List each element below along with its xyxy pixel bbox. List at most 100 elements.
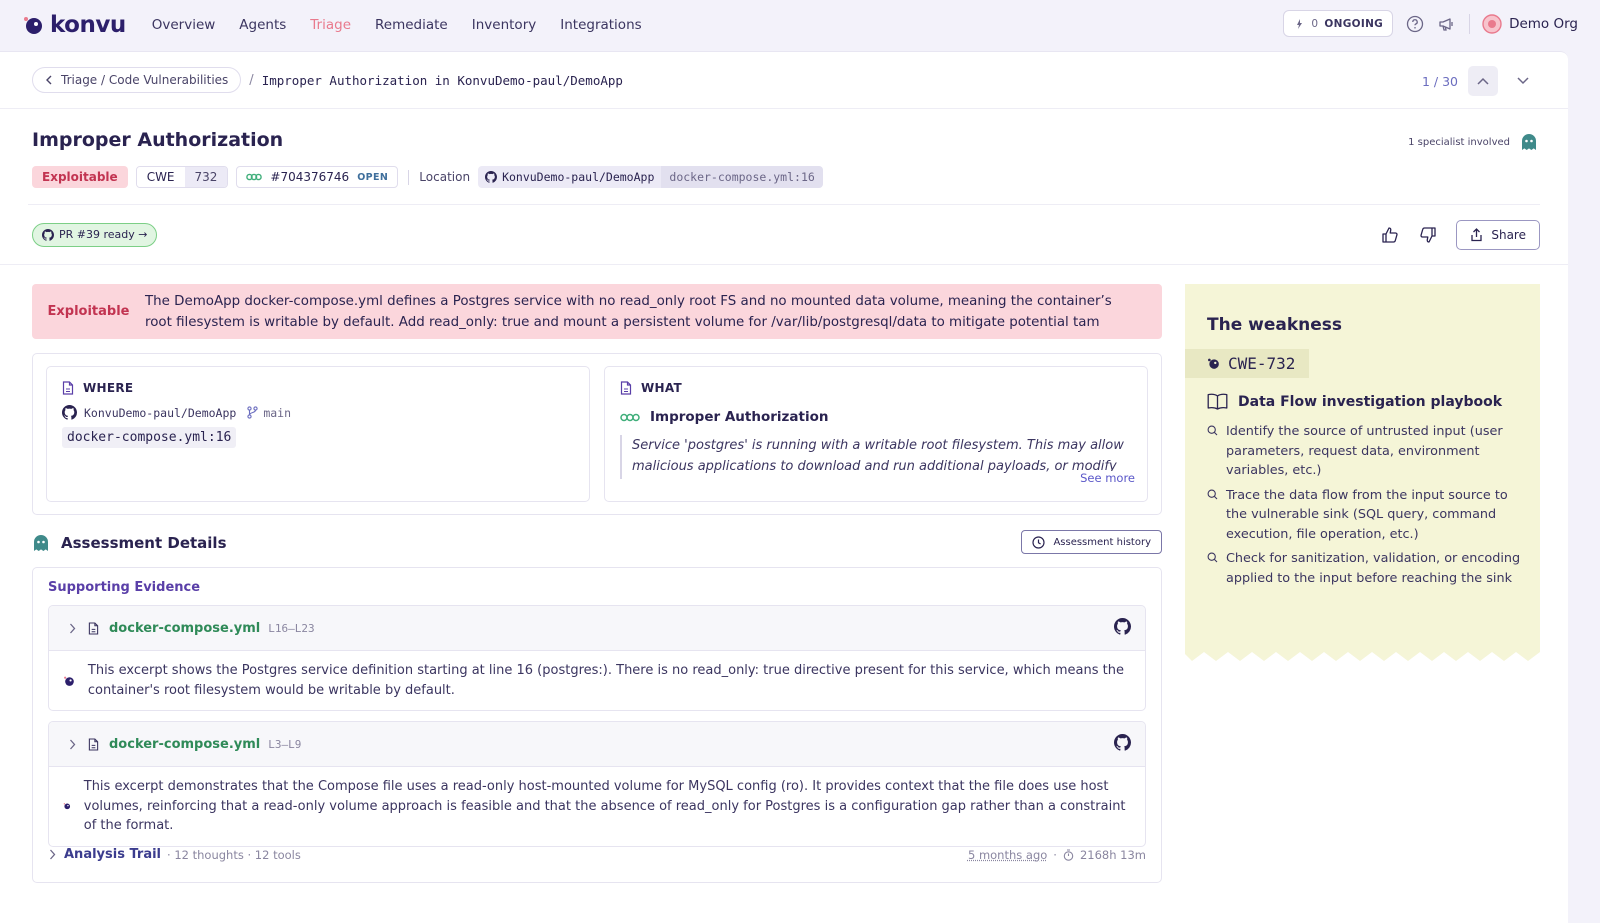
evidence-item: docker-compose.yml L16–L23 This excerpt … (48, 605, 1146, 711)
evidence-title: Supporting Evidence (48, 580, 201, 595)
cwe-badge[interactable]: CWE 732 (135, 166, 229, 188)
breadcrumb: Triage / Code Vulnerabilities / Improper… (0, 52, 1568, 109)
ongoing-label: ONGOING (1324, 17, 1384, 30)
evidence-file-icon-wrap (88, 737, 99, 751)
nav-overview[interactable]: Overview (152, 17, 216, 33)
breadcrumb-back-label: Triage / Code Vulnerabilities (61, 73, 229, 87)
weakness-note: The weakness CWE-732 Data Flow investiga… (1185, 284, 1540, 649)
konvu-logo-icon (64, 676, 74, 686)
location-badge[interactable]: KonvuDemo-paul/DemoApp docker-compose.ym… (478, 166, 823, 188)
specialists-involved[interactable]: 1 specialist involved (1408, 133, 1538, 151)
divider (408, 169, 410, 185)
weakness-cwe-chip[interactable]: CWE-732 (1185, 349, 1310, 378)
agent-icon (34, 535, 48, 551)
thumbs-up-button[interactable] (1380, 225, 1400, 245)
location-repo-name: KonvuDemo-paul/DemoApp (502, 170, 655, 184)
ongoing-count: 0 (1311, 17, 1319, 30)
location-repo: KonvuDemo-paul/DemoApp (478, 166, 662, 188)
chevron-right-icon (70, 623, 76, 633)
logo[interactable]: konvu (22, 12, 126, 38)
file-icon (620, 381, 632, 395)
note-torn-edge (1185, 648, 1540, 661)
playbook-step-text: Identify the source of untrusted input (… (1226, 424, 1503, 478)
assessment-header: Assessment Details Assessment history (32, 529, 1162, 557)
finding-tags: Exploitable CWE 732 #704376746 OPEN Loca… (32, 166, 1536, 188)
analysis-trail[interactable]: Analysis Trail · 12 thoughts · 12 tools … (49, 847, 1146, 862)
view-on-github-button[interactable] (1114, 734, 1132, 755)
assessment-title: Assessment Details (61, 534, 227, 552)
evidence-lines: L16–L23 (268, 621, 315, 635)
where-heading: WHERE (62, 381, 574, 395)
nav-remediate[interactable]: Remediate (375, 17, 448, 33)
chevron-right-icon (50, 849, 56, 860)
analysis-trail-meta: · 12 thoughts · 12 tools (167, 847, 301, 862)
thumbs-down-icon (1420, 227, 1437, 243)
page-title: Improper Authorization (32, 129, 284, 151)
evidence-lines: L3–L9 (268, 737, 302, 751)
chevron-up-icon (1477, 77, 1489, 85)
konvu-logo-icon (24, 17, 42, 34)
supporting-evidence: Supporting Evidence docker-compose.yml L… (32, 567, 1162, 883)
breadcrumb-back-button[interactable]: Triage / Code Vulnerabilities (32, 67, 242, 93)
weakness-title: The weakness (1207, 315, 1343, 335)
what-card: WHAT Improper Authorization Service 'pos… (604, 366, 1148, 502)
location-label: Location (419, 170, 471, 184)
cwe-icon (1208, 358, 1219, 369)
nav-inventory[interactable]: Inventory (472, 17, 536, 33)
where-heading-label: WHERE (83, 381, 134, 395)
file-icon (88, 621, 99, 635)
playbook-title-text: Data Flow investigation playbook (1238, 393, 1503, 410)
view-on-github-button[interactable] (1114, 618, 1132, 639)
chevron-down-icon (1517, 77, 1529, 85)
list-item: Identify the source of untrusted input (… (1207, 422, 1522, 481)
search-icon (1207, 489, 1218, 499)
where-repo[interactable]: KonvuDemo-paul/DemoApp main (62, 405, 574, 420)
evidence-body: This excerpt demonstrates that the Compo… (49, 767, 1145, 846)
playbook-step-text: Trace the data flow from the input sourc… (1226, 487, 1508, 542)
github-icon (62, 405, 77, 420)
megaphone-icon (1439, 17, 1453, 31)
github-icon (1114, 734, 1132, 751)
nav-integrations[interactable]: Integrations (560, 17, 641, 33)
evidence-header[interactable]: docker-compose.yml L3–L9 (49, 722, 1145, 767)
share-button[interactable]: Share (1456, 220, 1540, 250)
org-switcher[interactable]: Demo Org (1482, 13, 1578, 34)
see-more-link[interactable]: See more (1066, 471, 1135, 485)
next-finding-button[interactable] (1508, 66, 1538, 96)
feedback-actions: Share (1380, 220, 1540, 250)
share-label: Share (1491, 228, 1526, 242)
announcements-button[interactable] (1437, 14, 1457, 34)
list-item: Trace the data flow from the input sourc… (1207, 486, 1522, 545)
analysis-trail-title: Analysis Trail (64, 847, 162, 862)
ongoing-button[interactable]: 0 ONGOING (1283, 10, 1394, 37)
pr-ready-button[interactable]: PR #39 ready → (32, 222, 158, 247)
github-icon (1114, 618, 1132, 635)
evidence-header[interactable]: docker-compose.yml L16–L23 (49, 606, 1145, 651)
issue-id: #704376746 (270, 170, 350, 184)
divider (1469, 13, 1471, 34)
pr-ready-label: PR #39 ready → (59, 228, 148, 241)
github-icon (485, 171, 498, 183)
what-title: Improper Authorization (620, 409, 1132, 425)
timer-icon (1063, 848, 1074, 861)
breadcrumb-separator: / (249, 72, 254, 88)
chevron-left-icon (46, 75, 52, 85)
previous-finding-button[interactable] (1468, 66, 1498, 96)
where-file[interactable]: docker-compose.yml:16 (62, 427, 237, 448)
evidence-file-icon-wrap (88, 621, 99, 635)
link-icon (620, 413, 640, 421)
issue-badge[interactable]: #704376746 OPEN (236, 166, 399, 188)
chevron-right-icon (70, 739, 76, 749)
assessment-history-button[interactable]: Assessment history (1021, 530, 1162, 554)
evidence-item: docker-compose.yml L3–L9 This excerpt de… (48, 721, 1146, 847)
clock-icon (1032, 535, 1046, 549)
nav-agents[interactable]: Agents (239, 17, 286, 33)
playbook-step-text: Check for sanitization, validation, or e… (1226, 551, 1521, 586)
what-heading-label: WHAT (641, 381, 683, 395)
help-button[interactable] (1405, 14, 1425, 34)
nav-triage[interactable]: Triage (310, 17, 351, 33)
thumbs-down-button[interactable] (1418, 225, 1438, 245)
konvu-logo-icon (63, 803, 71, 810)
banner-label: Exploitable (47, 304, 130, 319)
weakness-cwe: CWE-732 (1228, 354, 1296, 373)
